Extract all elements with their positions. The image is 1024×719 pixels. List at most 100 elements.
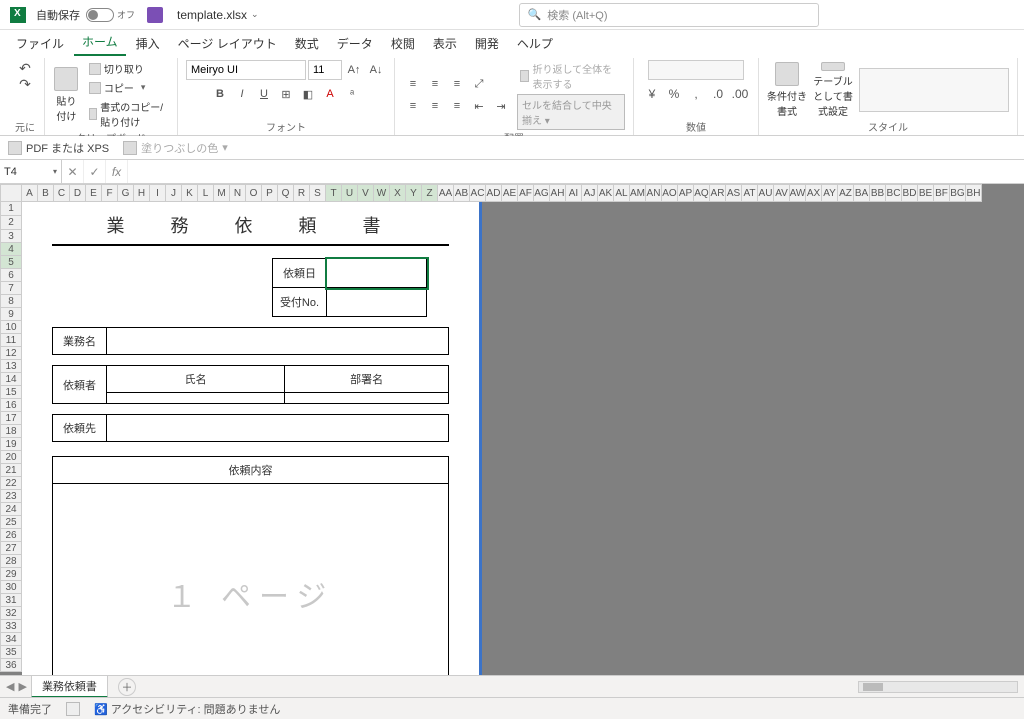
col-header-R[interactable]: R bbox=[294, 184, 310, 202]
align-center-icon[interactable]: ≡ bbox=[425, 96, 445, 116]
formula-input[interactable] bbox=[128, 160, 1024, 183]
redo-icon[interactable]: ↷ bbox=[14, 76, 36, 90]
align-middle-icon[interactable]: ≡ bbox=[425, 74, 445, 94]
font-name-select[interactable] bbox=[186, 60, 306, 80]
row-header-31[interactable]: 31 bbox=[0, 594, 22, 607]
row-header-36[interactable]: 36 bbox=[0, 659, 22, 672]
row-header-2[interactable]: 2 bbox=[0, 216, 22, 230]
col-header-X[interactable]: X bbox=[390, 184, 406, 202]
tab-file[interactable]: ファイル bbox=[8, 31, 72, 56]
col-header-AW[interactable]: AW bbox=[790, 184, 806, 202]
row-header-10[interactable]: 10 bbox=[0, 321, 22, 334]
number-format-select[interactable] bbox=[648, 60, 744, 80]
col-header-S[interactable]: S bbox=[310, 184, 326, 202]
increase-decimal-icon[interactable]: .0 bbox=[708, 84, 728, 104]
row-header-29[interactable]: 29 bbox=[0, 568, 22, 581]
col-header-W[interactable]: W bbox=[374, 184, 390, 202]
row-header-14[interactable]: 14 bbox=[0, 373, 22, 386]
row-header-32[interactable]: 32 bbox=[0, 607, 22, 620]
col-header-F[interactable]: F bbox=[102, 184, 118, 202]
filename[interactable]: template.xlsx bbox=[177, 8, 247, 22]
filename-chevron-icon[interactable]: ⌄ bbox=[251, 9, 259, 20]
name-cell[interactable] bbox=[107, 393, 285, 404]
indent-dec-icon[interactable]: ⇤ bbox=[469, 96, 489, 116]
col-header-BB[interactable]: BB bbox=[870, 184, 886, 202]
decrease-font-icon[interactable]: A↓ bbox=[366, 60, 386, 80]
col-header-AQ[interactable]: AQ bbox=[694, 184, 710, 202]
row-header-28[interactable]: 28 bbox=[0, 555, 22, 568]
currency-button[interactable]: ¥ bbox=[642, 84, 662, 104]
name-box[interactable]: T4▾ bbox=[0, 160, 62, 183]
row-header-17[interactable]: 17 bbox=[0, 412, 22, 425]
row-header-11[interactable]: 11 bbox=[0, 334, 22, 347]
row-header-6[interactable]: 6 bbox=[0, 269, 22, 282]
col-header-U[interactable]: U bbox=[342, 184, 358, 202]
col-header-AC[interactable]: AC bbox=[470, 184, 486, 202]
tab-formulas[interactable]: 数式 bbox=[287, 31, 327, 56]
col-header-AU[interactable]: AU bbox=[758, 184, 774, 202]
col-header-T[interactable]: T bbox=[326, 184, 342, 202]
col-header-M[interactable]: M bbox=[214, 184, 230, 202]
tab-review[interactable]: 校閲 bbox=[383, 31, 423, 56]
tab-view[interactable]: 表示 bbox=[425, 31, 465, 56]
indent-inc-icon[interactable]: ⇥ bbox=[491, 96, 511, 116]
row-header-9[interactable]: 9 bbox=[0, 308, 22, 321]
format-painter-button[interactable]: 書式のコピー/貼り付け bbox=[86, 98, 169, 130]
col-header-AA[interactable]: AA bbox=[438, 184, 454, 202]
col-header-AY[interactable]: AY bbox=[822, 184, 838, 202]
col-header-AB[interactable]: AB bbox=[454, 184, 470, 202]
col-header-BF[interactable]: BF bbox=[934, 184, 950, 202]
col-header-Y[interactable]: Y bbox=[406, 184, 422, 202]
task-name-cell[interactable] bbox=[107, 328, 449, 355]
fill-color-button[interactable]: ◧ bbox=[298, 84, 318, 104]
enter-icon[interactable]: ✓ bbox=[84, 160, 106, 183]
col-header-BA[interactable]: BA bbox=[854, 184, 870, 202]
col-header-AR[interactable]: AR bbox=[710, 184, 726, 202]
col-header-AN[interactable]: AN bbox=[646, 184, 662, 202]
department-cell[interactable] bbox=[285, 393, 449, 404]
row-header-19[interactable]: 19 bbox=[0, 438, 22, 451]
col-header-AE[interactable]: AE bbox=[502, 184, 518, 202]
select-all-corner[interactable] bbox=[0, 184, 22, 202]
row-header-27[interactable]: 27 bbox=[0, 542, 22, 555]
destination-cell[interactable] bbox=[107, 415, 449, 442]
col-header-AJ[interactable]: AJ bbox=[582, 184, 598, 202]
tab-developer[interactable]: 開発 bbox=[467, 31, 507, 56]
cut-button[interactable]: 切り取り bbox=[86, 60, 169, 77]
bold-button[interactable]: B bbox=[210, 84, 230, 104]
col-header-AI[interactable]: AI bbox=[566, 184, 582, 202]
underline-button[interactable]: U bbox=[254, 84, 274, 104]
col-header-J[interactable]: J bbox=[166, 184, 182, 202]
save-icon[interactable] bbox=[147, 7, 163, 23]
col-header-AH[interactable]: AH bbox=[550, 184, 566, 202]
request-date-cell[interactable] bbox=[327, 259, 427, 288]
col-header-AD[interactable]: AD bbox=[486, 184, 502, 202]
sheet-nav-next-icon[interactable]: ▶ bbox=[18, 680, 26, 693]
paste-button[interactable]: 貼り付け bbox=[53, 67, 80, 123]
align-right-icon[interactable]: ≡ bbox=[447, 96, 467, 116]
tab-home[interactable]: ホーム bbox=[74, 29, 126, 56]
row-header-3[interactable]: 3 bbox=[0, 230, 22, 243]
wrap-text-button[interactable]: 折り返して全体を表示する bbox=[517, 60, 625, 92]
format-table-button[interactable]: テーブルとして書式設定 bbox=[813, 62, 853, 118]
font-size-select[interactable] bbox=[308, 60, 342, 80]
fill-color-button-2[interactable]: 塗りつぶしの色 ▾ bbox=[123, 140, 228, 156]
search-box[interactable]: 🔍 検索 (Alt+Q) bbox=[519, 3, 819, 27]
col-header-G[interactable]: G bbox=[118, 184, 134, 202]
col-header-A[interactable]: A bbox=[22, 184, 38, 202]
tab-help[interactable]: ヘルプ bbox=[509, 31, 561, 56]
row-header-18[interactable]: 18 bbox=[0, 425, 22, 438]
col-header-AP[interactable]: AP bbox=[678, 184, 694, 202]
col-header-P[interactable]: P bbox=[262, 184, 278, 202]
col-header-AX[interactable]: AX bbox=[806, 184, 822, 202]
row-header-35[interactable]: 35 bbox=[0, 646, 22, 659]
tab-insert[interactable]: 挿入 bbox=[128, 31, 168, 56]
increase-font-icon[interactable]: A↑ bbox=[344, 60, 364, 80]
col-header-BH[interactable]: BH bbox=[966, 184, 982, 202]
autosave-toggle[interactable] bbox=[86, 8, 114, 22]
col-header-Z[interactable]: Z bbox=[422, 184, 438, 202]
col-header-K[interactable]: K bbox=[182, 184, 198, 202]
row-header-12[interactable]: 12 bbox=[0, 347, 22, 360]
cell-styles-gallery[interactable] bbox=[859, 68, 1009, 112]
col-header-BC[interactable]: BC bbox=[886, 184, 902, 202]
